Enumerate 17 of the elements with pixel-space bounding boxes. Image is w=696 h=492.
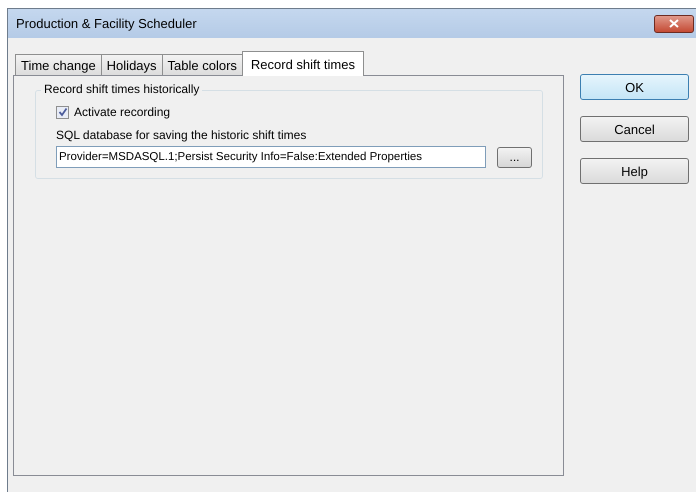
close-icon xyxy=(669,19,679,28)
checkbox[interactable] xyxy=(56,106,69,118)
tab[interactable]: Record shift times xyxy=(242,51,364,76)
dialog-button[interactable]: Cancel xyxy=(580,116,689,142)
field-label: SQL database for saving the historic shift times xyxy=(56,128,308,142)
browse-button[interactable]: ... xyxy=(497,146,532,168)
group-title: Record shift times historically xyxy=(41,82,202,96)
checkmark-icon xyxy=(58,107,68,117)
dialog-button[interactable]: OK xyxy=(580,74,689,100)
input-field[interactable]: Provider=MSDASQL.1;Persist Security Info=False:Extended Properties xyxy=(56,146,486,168)
tab[interactable]: Time change xyxy=(15,54,102,75)
close-button[interactable] xyxy=(654,14,694,32)
tab[interactable]: Table colors xyxy=(162,54,243,75)
tab[interactable]: Holidays xyxy=(100,54,163,75)
checkbox-label: Activate recording xyxy=(74,105,170,119)
dialog-button[interactable]: Help xyxy=(580,158,689,184)
window-title: Production & Facility Scheduler xyxy=(16,16,198,31)
